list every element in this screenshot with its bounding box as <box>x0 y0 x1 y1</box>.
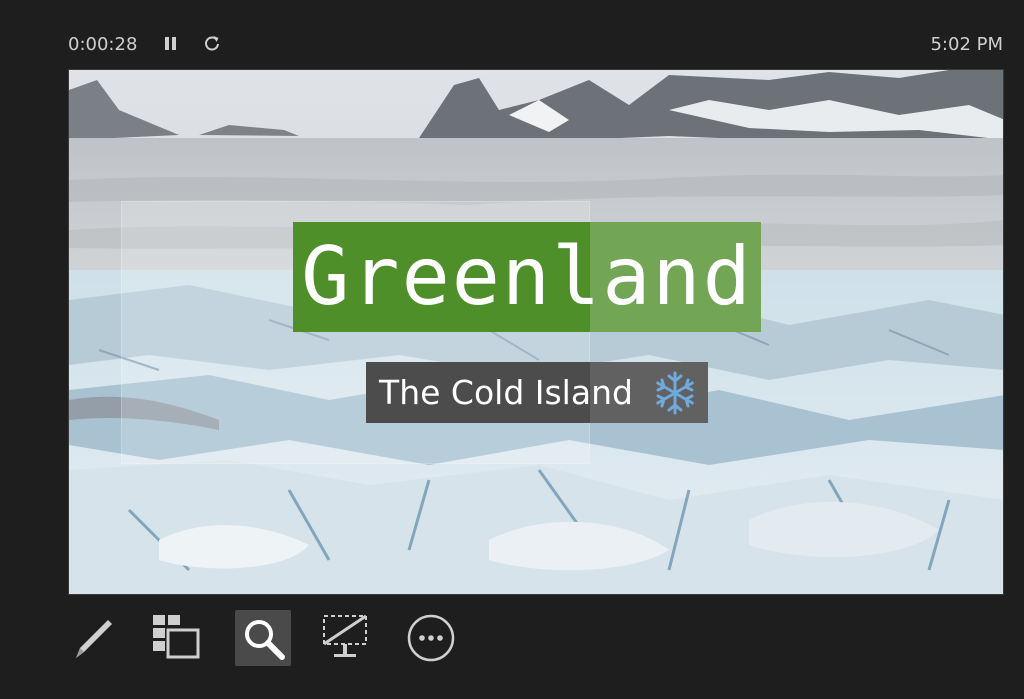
elapsed-timer: 0:00:28 <box>68 34 138 55</box>
snowflake-icon <box>656 371 694 415</box>
pause-icon[interactable] <box>160 30 182 56</box>
pen-icon[interactable] <box>64 610 120 666</box>
restart-icon[interactable] <box>201 30 223 56</box>
presenter-topbar: 0:00:28 5:02 PM <box>0 0 1024 68</box>
clock: 5:02 PM <box>930 34 1003 55</box>
slide-subtitle-box: The Cold Island <box>366 362 708 423</box>
presenter-toolbar <box>60 604 480 674</box>
slide-subtitle: The Cold Island <box>379 373 633 412</box>
zoom-icon[interactable] <box>235 610 291 666</box>
slide-title: Greenland <box>301 230 753 323</box>
current-slide: Greenland The Cold Island <box>68 69 1004 595</box>
see-all-slides-icon[interactable] <box>146 610 202 666</box>
slide-title-box: Greenland <box>293 222 761 332</box>
black-screen-icon[interactable] <box>318 610 374 666</box>
more-options-icon[interactable] <box>403 610 459 666</box>
